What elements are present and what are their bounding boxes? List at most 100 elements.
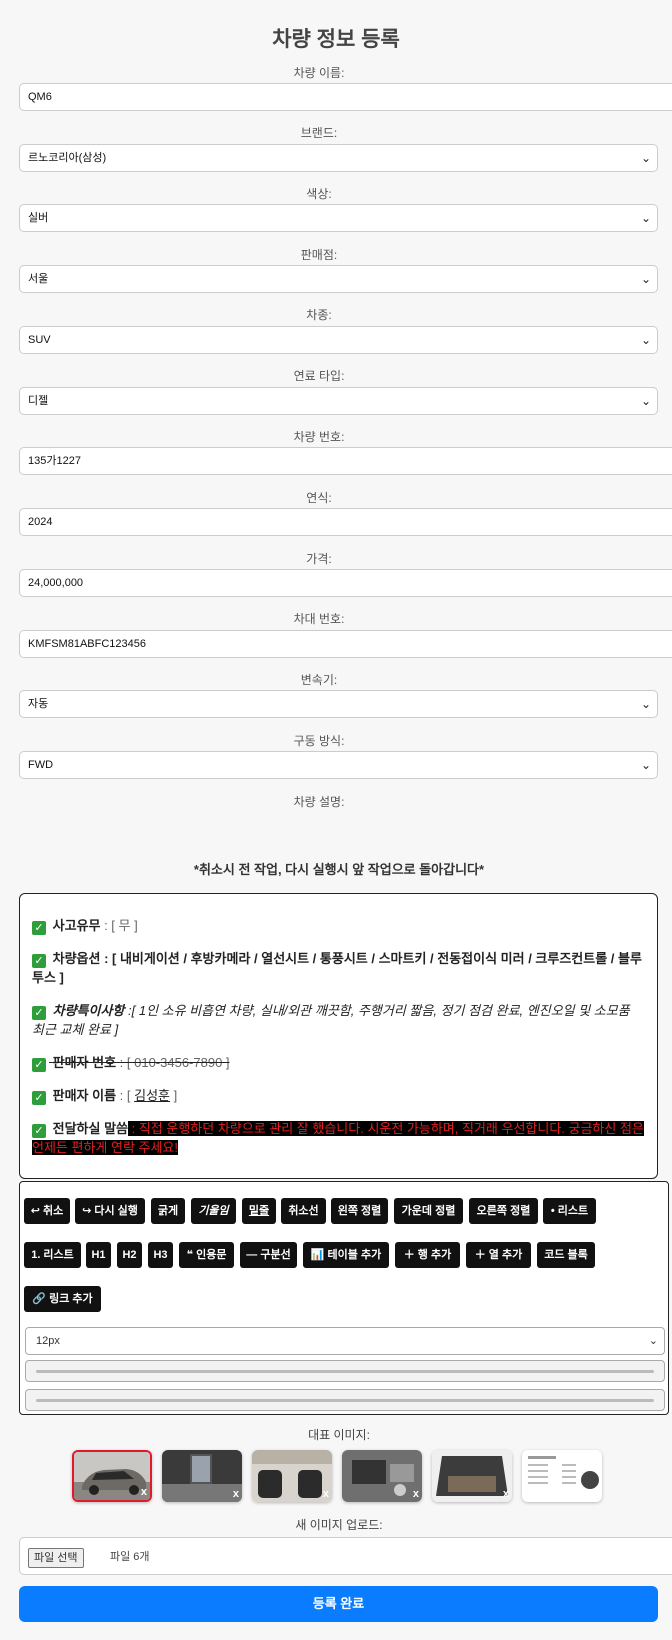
font-size-value: 12px [36,1335,60,1347]
editor-toolbar: ↩ 취소 ↪ 다시 실행 굵게 기울임 밑줄 취소선 왼쪽 정렬 가운데 정렬 … [19,1181,669,1415]
car-type-select[interactable]: SUV ⌄ [19,326,658,354]
price-label: 가격: [306,552,332,566]
chevron-down-icon: ⌄ [648,1335,658,1347]
quote-button[interactable]: ❝ 인용문 [179,1242,234,1268]
plate-input[interactable]: 135가1227 [19,447,672,475]
vehicle-name-input[interactable]: QM6 [19,83,672,111]
options-label: 차량옵션 [52,951,101,966]
color-label: 색상: [306,187,332,201]
description-label: 차량 설명: [293,795,345,809]
submit-button[interactable]: 등록 완료 [19,1586,658,1622]
remove-image-icon[interactable]: x [413,1488,419,1500]
transmission-value: 자동 [28,698,49,710]
h3-button[interactable]: H3 [148,1242,173,1268]
remove-image-icon[interactable]: x [141,1486,147,1498]
message-line: ✓ 전달하실 말씀 : 직접 운행하던 차량으로 관리 잘 했습니다. 시운전 … [32,1119,645,1157]
undo-notice: *취소시 전 작업, 다시 실행시 앞 작업으로 돌아갑니다* [193,862,485,877]
bullet-list-button[interactable]: • 리스트 [543,1198,596,1224]
dealer-label: 판매점: [300,248,338,262]
dealer-select[interactable]: 서울 ⌄ [19,265,658,293]
options-value: : [ 내비게이션 / 후방카메라 / 열선시트 / 통풍시트 / 스마트키 /… [32,951,642,985]
seller-name: 김성훈 [134,1088,170,1103]
checkmark-icon: ✓ [32,1058,46,1072]
checkmark-icon: ✓ [32,1091,46,1105]
notes-line: ✓ 차량특이사항 :[ 1인 소유 비흡연 차량, 실내/외관 깨끗함, 주행거… [32,1001,645,1039]
add-row-button[interactable]: ＋ 행 추가 [395,1242,460,1268]
drive-label: 구동 방식: [293,734,345,748]
checkmark-icon: ✓ [32,921,46,935]
fuel-select[interactable]: 디젤 ⌄ [19,387,658,415]
chevron-down-icon: ⌄ [640,394,651,408]
thumbnail-6[interactable]: x [522,1450,602,1502]
file-upload-input[interactable]: 파일 선택 파일 6개 [19,1537,672,1575]
color-value: 실버 [28,212,49,224]
price-input[interactable]: 24,000,000 [19,569,672,597]
chevron-down-icon: ⌄ [640,151,651,165]
transmission-select[interactable]: 자동 ⌄ [19,690,658,718]
thumbnail-1[interactable]: x [72,1450,152,1502]
vin-input[interactable]: KMFSM81ABFC123456 [19,630,672,658]
car-interior-image [252,1450,332,1502]
chevron-down-icon: ⌄ [640,272,651,286]
italic-button[interactable]: 기울임 [191,1198,236,1224]
slider-2[interactable] [25,1389,665,1411]
font-size-select[interactable]: 12px ⌄ [25,1327,665,1355]
remove-image-icon[interactable]: x [593,1488,599,1500]
thumbnail-4[interactable]: x [342,1450,422,1502]
vin-label: 차대 번호: [293,612,345,626]
slider-track [36,1399,654,1402]
brand-select[interactable]: 르노코리아(삼성) ⌄ [19,144,658,172]
remove-image-icon[interactable]: x [503,1488,509,1500]
undo-button[interactable]: ↩ 취소 [24,1198,70,1224]
code-block-button[interactable]: 코드 블록 [537,1242,595,1268]
checkmark-icon: ✓ [32,1124,46,1138]
remove-image-icon[interactable]: x [323,1488,329,1500]
phone-line: ✓ 판매자 번호 : [ 010-3456-7890 ] [32,1053,645,1072]
strikethrough-button[interactable]: 취소선 [281,1198,326,1224]
color-select[interactable]: 실버 ⌄ [19,204,658,232]
seller-label: 판매자 이름 [52,1088,117,1103]
add-link-button[interactable]: 🔗 링크 추가 [24,1286,101,1312]
h1-button[interactable]: H1 [86,1242,111,1268]
checkmark-icon: ✓ [32,954,46,968]
accident-value: : [ 무 ] [100,918,138,933]
engine-bay-image [342,1450,422,1502]
slider-track [36,1370,654,1373]
remove-image-icon[interactable]: x [233,1488,239,1500]
file-count: 파일 6개 [110,1551,150,1563]
thumbnail-5[interactable]: x [432,1450,512,1502]
car-dashboard-image [162,1450,242,1502]
chevron-down-icon: ⌄ [640,758,651,772]
align-left-button[interactable]: 왼쪽 정렬 [331,1198,388,1224]
redo-button[interactable]: ↪ 다시 실행 [75,1198,145,1224]
year-input[interactable]: 2024 [19,508,672,536]
slider-1[interactable] [25,1360,665,1382]
divider-button[interactable]: — 구분선 [240,1242,297,1268]
thumbnail-2[interactable]: x [162,1450,242,1502]
thumbnail-3[interactable]: x [252,1450,332,1502]
bold-button[interactable]: 굵게 [151,1198,185,1224]
phone-label: 판매자 번호 [52,1055,117,1070]
chevron-down-icon: ⌄ [640,697,651,711]
choose-file-button[interactable]: 파일 선택 [28,1548,84,1568]
seller-suffix: ] [170,1088,178,1103]
fuel-value: 디젤 [28,395,49,407]
transmission-label: 변속기: [300,673,338,687]
align-center-button[interactable]: 가운데 정렬 [394,1198,463,1224]
vehicle-name-label: 차량 이름: [293,66,345,80]
add-column-button[interactable]: ＋ 열 추가 [466,1242,531,1268]
description-editor[interactable]: ✓ 사고유무 : [ 무 ] ✓ 차량옵션 : [ 내비게이션 / 후방카메라 … [19,893,658,1179]
h2-button[interactable]: H2 [117,1242,142,1268]
chevron-down-icon: ⌄ [640,211,651,225]
align-right-button[interactable]: 오른쪽 정렬 [469,1198,538,1224]
main-image-label: 대표 이미지: [308,1428,370,1442]
numbered-list-button[interactable]: 1. 리스트 [24,1242,81,1268]
car-type-label: 차종: [306,308,332,322]
add-table-button[interactable]: 📊 테이블 추가 [303,1242,389,1268]
drive-value: FWD [28,759,54,771]
notes-label: 차량특이사항 [52,1003,125,1018]
accident-line: ✓ 사고유무 : [ 무 ] [32,916,645,935]
drive-select[interactable]: FWD ⌄ [19,751,658,779]
underline-button[interactable]: 밑줄 [242,1198,276,1224]
seller-prefix: : [ [116,1088,135,1103]
